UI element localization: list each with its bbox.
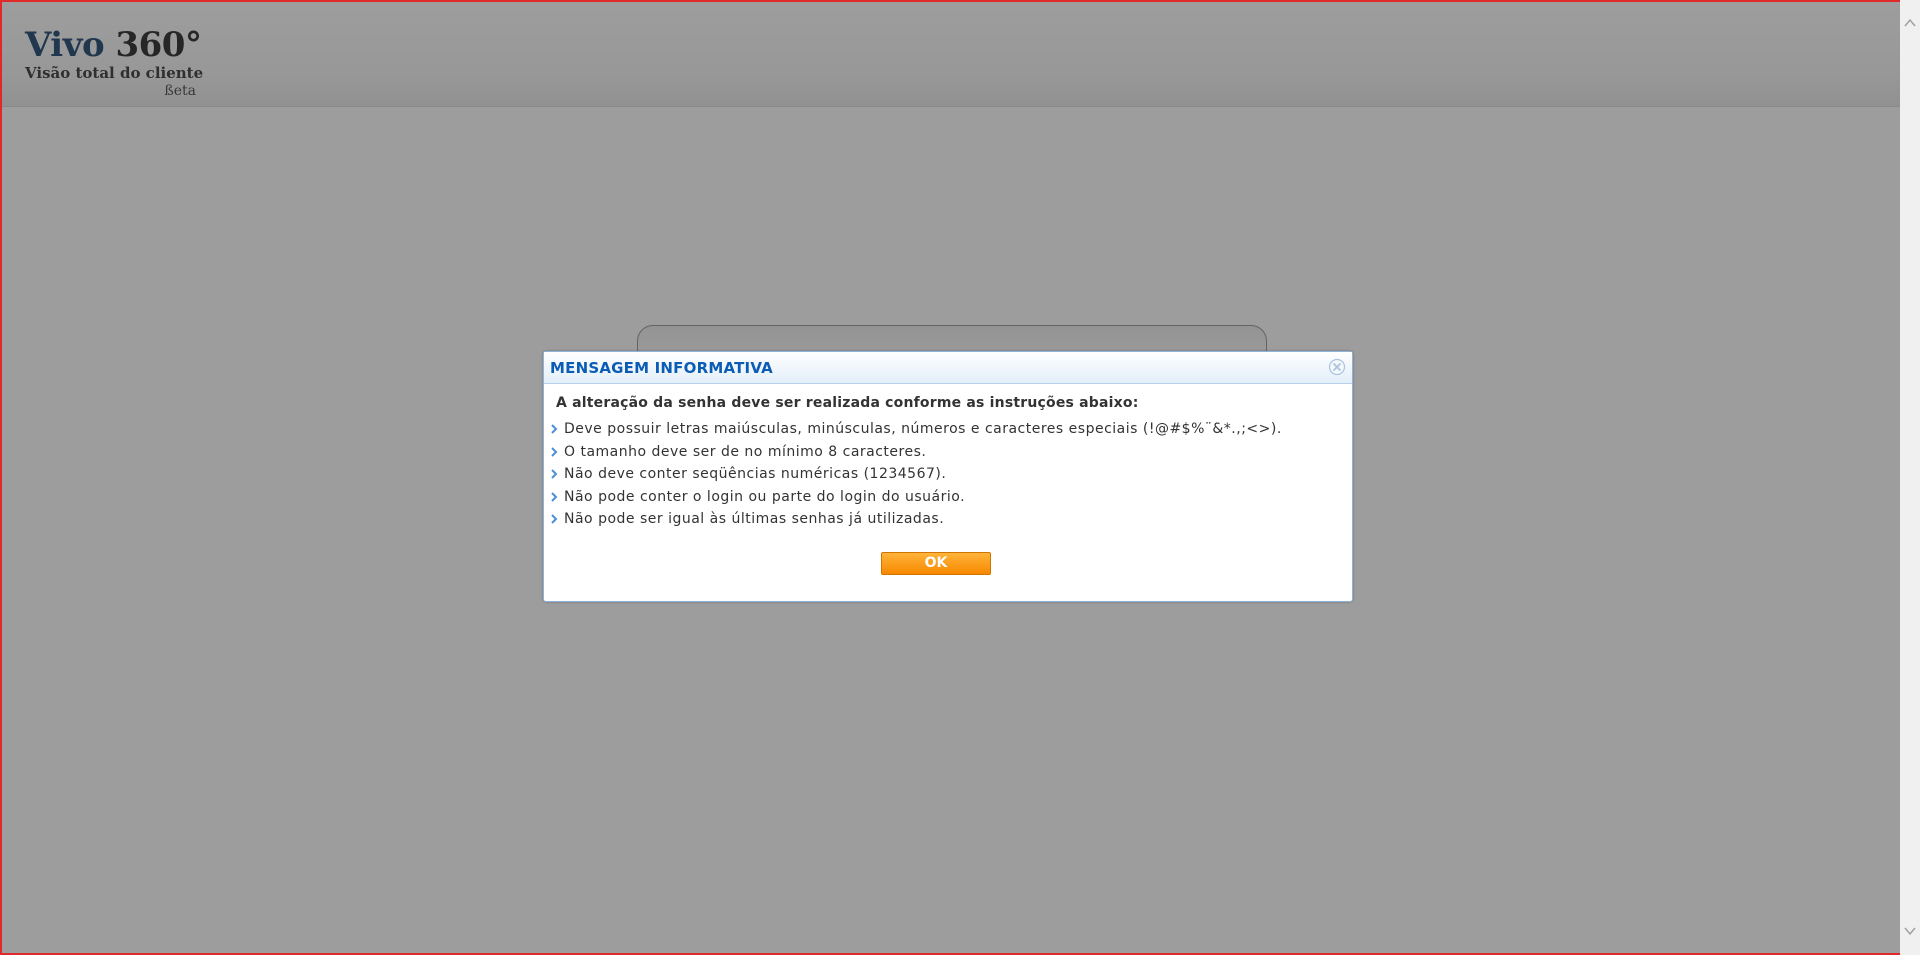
rule-text: Deve possuir letras maiúsculas, minúscul… [564,421,1282,437]
chevron-right-icon [551,514,558,524]
chevron-right-icon [551,469,558,479]
info-dialog: MENSAGEM INFORMATIVA A alteração da senh… [543,351,1353,602]
chevron-right-icon [551,446,558,457]
list-item: Não deve conter seqüências numéricas (12… [551,463,1340,486]
password-rules-list: Deve possuir letras maiúsculas, minúscul… [551,418,1340,531]
vertical-scrollbar[interactable] [1900,0,1920,955]
rule-text: O tamanho deve ser de no mínimo 8 caract… [564,443,927,460]
chevron-right-icon [551,424,558,434]
list-item: Não pode ser igual às últimas senhas já … [551,508,1340,531]
rule-text: Não pode ser igual às últimas senhas já … [564,511,945,527]
list-item: O tamanho deve ser de no mínimo 8 caract… [551,441,1340,464]
dialog-body: A alteração da senha deve ser realizada … [544,384,1352,531]
rule-text: Não pode conter o login ou parte do logi… [564,488,966,505]
ok-button[interactable]: OK [881,552,991,575]
rule-text: Não deve conter seqüências numéricas (12… [564,466,947,482]
instructions-heading: A alteração da senha deve ser realizada … [556,395,1139,411]
chevron-up-icon[interactable] [1904,14,1916,32]
list-item: Não pode conter o login ou parte do logi… [551,486,1340,509]
dialog-titlebar: MENSAGEM INFORMATIVA [544,352,1352,384]
close-icon[interactable] [1328,358,1346,376]
chevron-down-icon[interactable] [1904,922,1916,940]
chevron-right-icon [551,491,558,502]
dialog-title: MENSAGEM INFORMATIVA [550,359,773,377]
app-viewport: Vivo 360° Visão total do cliente ßeta ME… [0,0,1902,955]
list-item: Deve possuir letras maiúsculas, minúscul… [551,418,1340,441]
